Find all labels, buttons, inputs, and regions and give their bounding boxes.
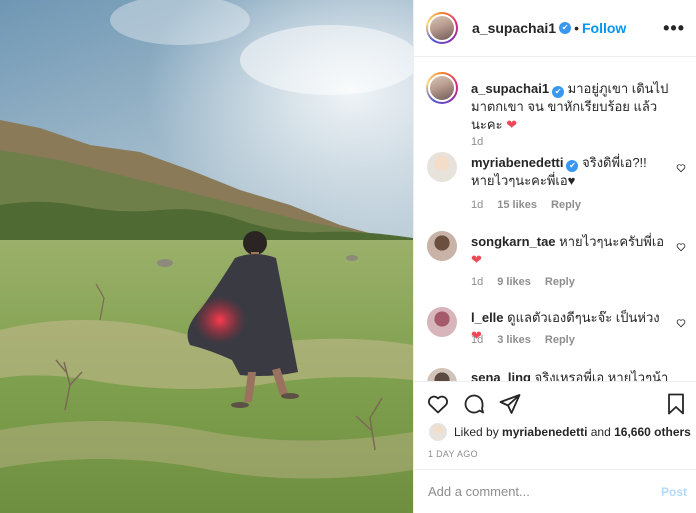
comment-icon[interactable]: [462, 392, 486, 416]
comment-text: myriabenedetti ✔ จริงดิพี่เอ?!! หายไวๆนะค…: [471, 154, 671, 190]
comment-item: sena_ling จริงเหรอพี่เอ หายไวๆน้า: [426, 367, 688, 381]
liker-username[interactable]: myriabenedetti: [502, 425, 587, 439]
comment-item: l_elle ดูแลตัวเองดีๆนะจ๊ะ เป็นห่วง ❤ 1d …: [426, 306, 688, 362]
caption-username[interactable]: a_supachai1: [471, 81, 549, 96]
instagram-post: a_supachai1 ✔ • Follow ••• a_supachai1 ✔ …: [0, 0, 696, 513]
comment-item: songkarn_tae หายไวๆนะครับพี่เอ ❤ 1d 9 li…: [426, 230, 688, 290]
liked-by-and: and: [590, 425, 611, 439]
commenter-username[interactable]: sena_ling: [471, 370, 531, 381]
reply-button[interactable]: Reply: [545, 334, 575, 346]
commenter-avatar[interactable]: [426, 367, 458, 381]
comment-item: myriabenedetti ✔ จริงดิพี่เอ?!! หายไวๆนะค…: [426, 151, 688, 211]
comment-meta: 1d 15 likes Reply: [471, 199, 581, 211]
photo-landscape: [0, 0, 413, 513]
comment-input[interactable]: [428, 484, 648, 499]
bookmark-icon[interactable]: [664, 392, 688, 416]
post-photo[interactable]: [0, 0, 413, 513]
verified-icon: ✔: [566, 160, 579, 172]
caption-row: a_supachai1 ✔ มาอยู่ภูเขา เดินไปมาตกเขา จ…: [426, 72, 688, 148]
comment-body: ดูแลตัวเองดีๆนะจ๊ะ เป็นห่วง: [507, 310, 660, 325]
action-icons: [426, 392, 688, 416]
more-horizontal-icon[interactable]: •••: [663, 18, 685, 39]
likes-count[interactable]: 16,660 others: [614, 425, 691, 439]
red-heart-emoji: ❤: [506, 117, 518, 132]
liker-avatar[interactable]: [428, 422, 448, 442]
commenter-username[interactable]: songkarn_tae: [471, 234, 556, 249]
liked-by: Liked by myriabenedetti and 16,660 other…: [428, 422, 691, 442]
red-heart-emoji: ❤: [471, 252, 482, 267]
comment-meta: 1d 9 likes Reply: [471, 276, 575, 288]
header-separator: •: [574, 20, 579, 36]
comments-list[interactable]: a_supachai1 ✔ มาอยู่ภูเขา เดินไปมาตกเขา จ…: [414, 58, 696, 381]
reply-button[interactable]: Reply: [545, 276, 575, 288]
commenter-username[interactable]: l_elle: [471, 310, 504, 325]
add-comment-bar: Post: [414, 469, 696, 513]
author-avatar[interactable]: [426, 12, 458, 44]
comment-text: sena_ling จริงเหรอพี่เอ หายไวๆน้า: [471, 369, 671, 381]
share-icon[interactable]: [498, 392, 522, 416]
post-side-panel: a_supachai1 ✔ • Follow ••• a_supachai1 ✔ …: [413, 0, 696, 513]
caption-text: a_supachai1 ✔ มาอยู่ภูเขา เดินไปมาตกเขา จ…: [471, 80, 671, 134]
verified-icon: ✔: [552, 86, 565, 98]
comment-time[interactable]: 1d: [471, 199, 483, 211]
comment-text: songkarn_tae หายไวๆนะครับพี่เอ ❤: [471, 233, 671, 269]
liked-by-prefix: Liked by: [454, 425, 499, 439]
post-header: a_supachai1 ✔ • Follow •••: [414, 0, 696, 57]
comment-like-icon[interactable]: [676, 242, 686, 252]
post-actions: Liked by myriabenedetti and 16,660 other…: [414, 381, 696, 468]
author-username[interactable]: a_supachai1: [472, 20, 556, 36]
commenter-avatar[interactable]: [426, 151, 458, 183]
post-comment-button[interactable]: Post: [661, 485, 687, 499]
caption-time[interactable]: 1d: [471, 136, 483, 148]
comment-like-icon[interactable]: [676, 318, 686, 328]
heart-icon[interactable]: [426, 392, 450, 416]
follow-button[interactable]: Follow: [582, 20, 626, 36]
comment-time[interactable]: 1d: [471, 334, 483, 346]
reply-button[interactable]: Reply: [551, 199, 581, 211]
post-date[interactable]: 1 DAY AGO: [428, 449, 478, 459]
commenter-username[interactable]: myriabenedetti: [471, 155, 563, 170]
comment-body: หายไวๆนะครับพี่เอ: [559, 234, 665, 249]
commenter-avatar[interactable]: [426, 306, 458, 338]
verified-icon: ✔: [559, 22, 572, 34]
comment-likes[interactable]: 3 likes: [497, 334, 531, 346]
comment-time[interactable]: 1d: [471, 276, 483, 288]
comment-likes[interactable]: 9 likes: [497, 276, 531, 288]
caption-meta: 1d: [471, 136, 483, 148]
comment-like-icon[interactable]: [676, 163, 686, 173]
comment-body: จริงเหรอพี่เอ หายไวๆน้า: [534, 370, 669, 381]
caption-avatar[interactable]: [426, 72, 458, 104]
comment-likes[interactable]: 15 likes: [497, 199, 537, 211]
commenter-avatar[interactable]: [426, 230, 458, 262]
comment-meta: 1d 3 likes Reply: [471, 334, 575, 346]
